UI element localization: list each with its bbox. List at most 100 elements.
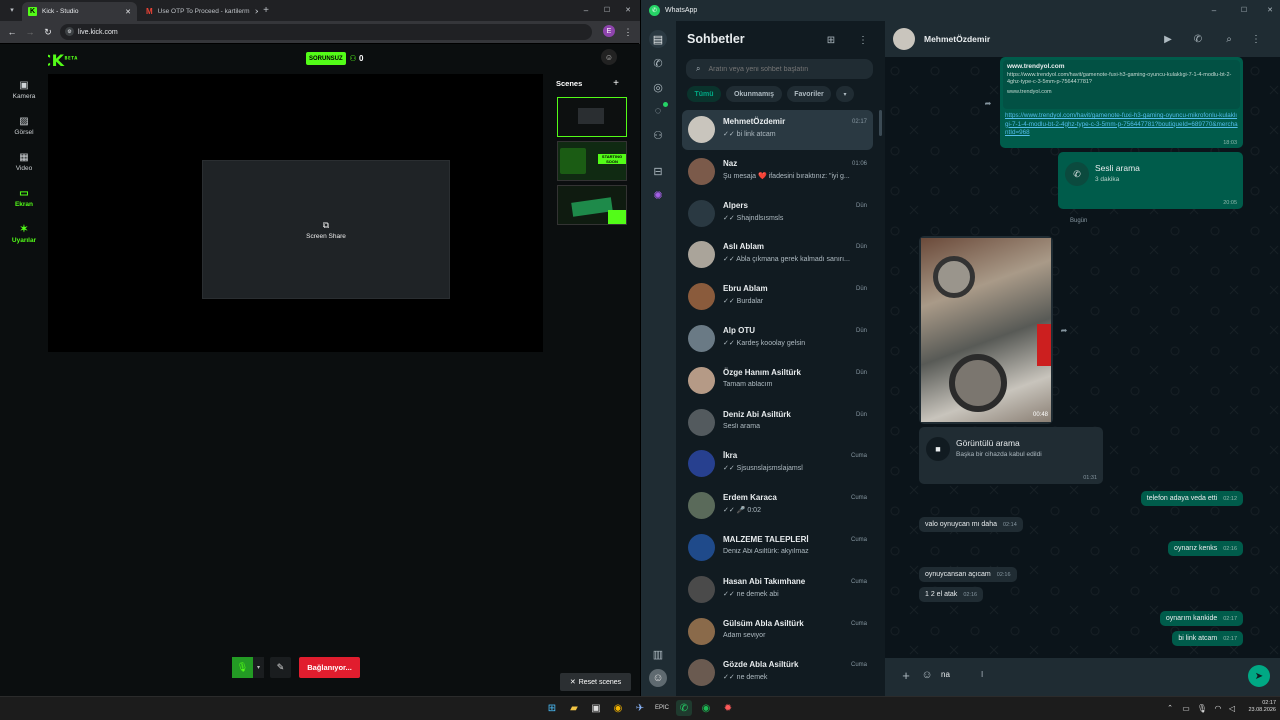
chat-list-scrollbar[interactable] <box>879 110 882 136</box>
chat-list-item[interactable]: Erdem Karaca Cuma ✓✓ 🎤 0:02 <box>682 486 873 526</box>
chat-list-item[interactable]: Gülsüm Abla Asiltürk Cuma Adam seviyor <box>682 612 873 652</box>
clock[interactable]: 02:17 23.08.2026 <box>1238 700 1276 714</box>
address-bar[interactable]: ⚙ live.kick.com <box>60 24 592 40</box>
filter-more-chevron-icon[interactable]: ▾ <box>836 86 854 102</box>
screen-share-source[interactable]: ⧉ Screen Share <box>202 160 450 299</box>
back-icon[interactable]: ← <box>6 25 18 39</box>
user-avatar[interactable]: ☺ <box>601 49 617 65</box>
store-icon[interactable]: ▣ <box>588 700 604 716</box>
tab-search-icon[interactable]: ▾ <box>6 4 18 16</box>
new-tab-button[interactable]: + <box>260 4 272 16</box>
chat-list-item[interactable]: Alp OTU Dün ✓✓ Kardeş kooolay gelsin <box>682 319 873 359</box>
nav-video[interactable]: ▦ Video <box>0 152 48 172</box>
message-link[interactable]: https://www.trendyol.com/havit/gamenote-… <box>1003 112 1240 138</box>
whatsapp-taskbar-icon[interactable]: ✆ <box>676 700 692 716</box>
chrome-icon[interactable]: ◉ <box>610 700 626 716</box>
tab-close-icon[interactable]: ✕ <box>255 8 258 16</box>
maximize-icon[interactable]: ☐ <box>601 4 613 16</box>
chat-list-item[interactable]: MehmetÖzdemir 02:17 ✓✓ bi link atcam <box>682 110 873 150</box>
steam-icon[interactable]: ✈ <box>632 700 648 716</box>
link-message[interactable]: www.trendyol.com https://www.trendyol.co… <box>1000 57 1243 148</box>
mic-icon[interactable]: 🎙 <box>232 657 253 678</box>
nav-ekran[interactable]: ▭ Ekran <box>0 188 48 208</box>
forward-icon[interactable]: ➦ <box>1058 324 1070 336</box>
chat-list-item[interactable]: İkra Cuma ✓✓ Sjsusnslajsmslajamsl <box>682 444 873 484</box>
add-scene-button[interactable]: + <box>611 78 621 89</box>
chevron-down-icon[interactable]: ▾ <box>253 657 264 678</box>
nav-uyarilar[interactable]: ✶ Uyarılar <box>0 224 48 244</box>
chat-list-item[interactable]: Deniz Abi Asiltürk Dün Sesli arama <box>682 403 873 443</box>
filter-all[interactable]: Tümü <box>687 86 721 102</box>
attach-plus-icon[interactable]: + <box>899 668 913 683</box>
contact-avatar[interactable] <box>893 28 915 50</box>
nav-kamera[interactable]: ▣ Kamera <box>0 80 48 100</box>
profile-icon[interactable]: ☺ <box>649 669 667 687</box>
voice-call-message[interactable]: ✆ Sesli arama 3 dakika 20:05 <box>1058 152 1243 209</box>
filter-unread[interactable]: Okunmamış <box>726 86 782 102</box>
battery-icon[interactable]: ▭ <box>1178 700 1194 716</box>
connecting-button[interactable]: Bağlanıyor... <box>299 657 360 678</box>
menu-icon[interactable]: ⋮ <box>855 32 871 48</box>
chat-list-item[interactable]: Hasan Abi Takımhane Cuma ✓✓ ne demek abi <box>682 570 873 610</box>
chats-icon[interactable]: ▤ <box>649 30 667 48</box>
status-icon[interactable]: ◎ <box>649 78 667 96</box>
media-icon[interactable]: ▥ <box>649 645 667 663</box>
reset-scenes-button[interactable]: ✕ Reset scenes <box>560 673 631 691</box>
chat-list-item[interactable]: Aslı Ablam Dün ✓✓ Abla çıkmana gerek kalma… <box>682 235 873 275</box>
calls-icon[interactable]: ✆ <box>649 54 667 72</box>
profile-avatar[interactable]: E <box>603 25 615 37</box>
forward-icon[interactable]: → <box>24 25 36 39</box>
outgoing-message[interactable]: oynarım kankide 02:17 <box>1159 611 1243 626</box>
chat-list-item[interactable]: Gözde Abla Asiltürk Cuma ✓✓ ne demek <box>682 653 873 693</box>
conversation-header[interactable]: MehmetÖzdemir ▶ ✆ ⌕ ⋮ <box>885 21 1280 57</box>
start-icon[interactable]: ⊞ <box>544 700 560 716</box>
outgoing-message[interactable]: oynarız kenks 02:16 <box>1168 541 1243 556</box>
incoming-message[interactable]: valo oynuycan mı daha 02:14 <box>919 517 1023 532</box>
video-message[interactable]: 00:48 <box>919 236 1053 424</box>
microphone-icon[interactable]: 🎙 <box>1194 700 1210 716</box>
tab-close-icon[interactable]: ✕ <box>125 8 131 16</box>
scene-thumb-starting[interactable]: STARTING SOON <box>557 141 627 181</box>
contact-name[interactable]: MehmetÖzdemir <box>924 34 990 44</box>
communities-icon[interactable]: ⚇ <box>649 126 667 144</box>
incoming-message[interactable]: 1 2 el atak 02:16 <box>919 587 984 602</box>
maximize-icon[interactable]: ☐ <box>1238 4 1250 16</box>
site-info-icon[interactable]: ⚙ <box>65 27 74 36</box>
epic-games-icon[interactable]: EPIC <box>654 700 670 716</box>
menu-icon[interactable]: ⋮ <box>1248 31 1264 47</box>
chat-list-item[interactable]: Naz 01:06 Şu mesaja ❤️ ifadesini bıraktını… <box>682 152 873 192</box>
incoming-message[interactable]: oynuycansan açıcam 02:16 <box>919 567 1017 582</box>
chrome-menu-icon[interactable]: ⋮ <box>622 25 634 39</box>
chat-search-box[interactable]: ⌕ <box>686 59 873 79</box>
outgoing-message[interactable]: bi link atcam 02:17 <box>1172 631 1243 646</box>
send-button[interactable]: ➤ <box>1248 665 1270 687</box>
emoji-icon[interactable]: ☺ <box>920 668 934 682</box>
chat-list-item[interactable]: MALZEME TALEPLERİ Cuma Deniz Abi Asiltürk:… <box>682 528 873 568</box>
video-call-message[interactable]: ■ Görüntülü arama Başka bir cihazda kabu… <box>919 427 1103 484</box>
file-explorer-icon[interactable]: ▰ <box>566 700 582 716</box>
chat-search-input[interactable] <box>708 65 859 73</box>
minimize-icon[interactable]: – <box>1208 4 1220 16</box>
close-window-icon[interactable]: ✕ <box>1264 4 1276 16</box>
voice-call-icon[interactable]: ✆ <box>1190 31 1206 47</box>
meta-ai-icon[interactable]: ✺ <box>649 186 667 204</box>
link-preview-card[interactable]: www.trendyol.com https://www.trendyol.co… <box>1003 60 1240 109</box>
search-icon[interactable]: ⌕ <box>1221 31 1237 47</box>
tab-kick-studio[interactable]: K Kick - Studio ✕ <box>22 2 137 21</box>
filter-favorites[interactable]: Favoriler <box>787 86 831 102</box>
forward-icon[interactable]: ➦ <box>982 97 994 109</box>
video-call-icon[interactable]: ▶ <box>1160 31 1176 47</box>
nav-gorsel[interactable]: ▨ Görsel <box>0 116 48 136</box>
archive-icon[interactable]: ⊟ <box>649 162 667 180</box>
new-chat-icon[interactable]: ⊞ <box>823 32 839 48</box>
edit-icon[interactable]: ✎ <box>270 657 291 678</box>
mic-control[interactable]: 🎙 ▾ <box>232 657 264 678</box>
scene-thumb-active[interactable] <box>557 97 627 137</box>
close-window-icon[interactable]: ✕ <box>622 4 634 16</box>
outgoing-message[interactable]: telefon adaya veda etti 02:12 <box>1140 491 1243 506</box>
valorant-icon[interactable]: ✹ <box>720 700 736 716</box>
composer-input[interactable]: na <box>941 670 950 679</box>
scene-thumb-3[interactable] <box>557 185 627 225</box>
spotify-icon[interactable]: ◉ <box>698 700 714 716</box>
minimize-icon[interactable]: – <box>580 4 592 16</box>
